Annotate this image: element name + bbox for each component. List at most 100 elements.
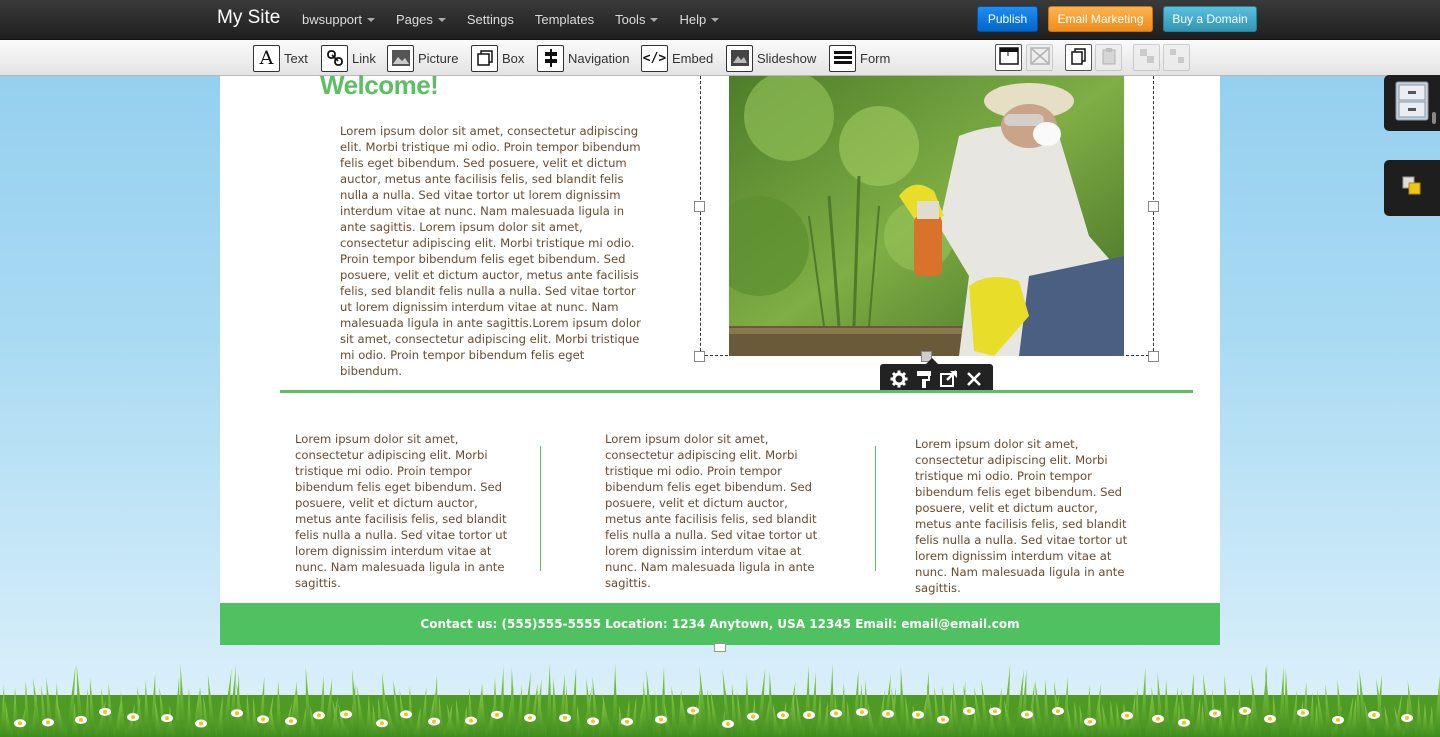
tool-navigation[interactable]: Navigation [537,44,629,72]
tool-box[interactable]: Box [471,44,524,72]
gardener-photo[interactable] [729,76,1124,356]
daisy [587,717,599,726]
ungroup-button[interactable] [1163,44,1190,71]
grass-decoration [0,663,1440,737]
daisy [1297,708,1309,717]
nav-label: Tools [615,12,646,27]
nav-label: bwsupport [302,12,362,27]
paste-button[interactable] [1095,44,1122,71]
top-nav: bwsupport Pages Settings Templates Tools… [302,12,740,27]
chevron-down-icon [437,17,446,22]
page-resize-handle[interactable] [714,643,726,652]
layers-panel-button[interactable] [1384,160,1440,216]
embed-icon: </> [641,44,668,72]
daisy [257,715,269,724]
scrollbar-thumb[interactable] [1432,112,1436,124]
ruler-icon [998,46,1019,69]
nav-tools[interactable]: Tools [615,12,659,27]
welcome-heading[interactable]: Welcome! [320,70,439,101]
chevron-down-icon [711,17,720,22]
daisy [722,719,734,728]
nav-bwsupport[interactable]: bwsupport [302,12,375,27]
resize-handle-right[interactable] [1148,201,1159,212]
paint-format-icon[interactable] [914,369,934,389]
daisy [856,708,868,717]
clear-icon [1029,46,1050,69]
column-text-2[interactable]: Lorem ipsum dolor sit amet, consectetur … [605,431,827,591]
tool-picture[interactable]: Picture [387,44,458,72]
daisy [1021,710,1033,719]
daisy [400,710,412,719]
link-icon [321,44,348,72]
daisy [803,711,815,720]
box-icon [471,44,498,72]
daisy [1401,714,1413,723]
daisy [340,710,352,719]
main-text-block[interactable]: Lorem ipsum dolor sit amet, consectetur … [340,123,645,379]
daisy [1368,710,1380,719]
ruler-button[interactable] [995,44,1022,71]
nav-templates[interactable]: Templates [535,12,594,27]
site-title[interactable]: My Site [217,7,280,29]
daisy [1178,718,1190,727]
daisy [42,718,54,727]
column-separator [540,446,541,571]
daisy [655,715,667,724]
tool-label: Box [502,50,525,66]
nav-help[interactable]: Help [679,12,720,27]
daisy [1209,709,1221,718]
resize-handle-bottom-right[interactable] [1148,351,1159,362]
column-text-1[interactable]: Lorem ipsum dolor sit amet, consectetur … [295,431,517,591]
copy-button[interactable] [1065,44,1092,71]
daisy [524,713,536,722]
tool-form[interactable]: Form [829,44,890,72]
tool-slideshow[interactable]: Slideshow [726,44,816,72]
daisy [313,711,325,720]
daisy [195,719,207,728]
close-icon[interactable] [964,369,984,389]
tool-label: Form [860,50,891,66]
daisy [747,712,759,721]
external-link-icon[interactable] [939,369,959,389]
clear-button[interactable] [1026,44,1053,71]
footer-contact-bar[interactable]: Contact us: (555)555-5555 Location: 1234… [220,603,1220,645]
resize-handle-left[interactable] [694,201,705,212]
daisy [161,714,173,723]
picture-icon [387,44,414,72]
daisy [1332,715,1344,724]
chevron-down-icon [366,17,375,22]
tool-label: Navigation [568,50,630,66]
layers-icon [1402,176,1422,200]
daisy [14,719,26,728]
tool-label: Embed [672,50,714,66]
daisy [1239,706,1251,715]
daisy [777,711,789,720]
daisy [989,707,1001,716]
tool-label: Link [352,50,376,66]
email-marketing-button[interactable]: Email Marketing [1048,6,1153,32]
daisy [621,717,633,726]
nav-pages[interactable]: Pages [396,12,446,27]
settings-icon[interactable] [889,369,909,389]
nav-label: Pages [395,12,433,27]
tool-link[interactable]: Link [321,44,376,72]
tool-text[interactable]: A Text [253,44,308,72]
nav-settings[interactable]: Settings [467,12,514,27]
daisy [428,717,440,726]
tool-label: Text [284,50,308,66]
daisy [963,706,975,715]
tool-embed[interactable]: </> Embed [641,44,713,72]
group-button[interactable] [1133,44,1160,71]
daisy [1084,717,1096,726]
group-icon [1138,47,1156,69]
daisy [465,716,477,725]
column-text-3[interactable]: Lorem ipsum dolor sit amet, consectetur … [915,436,1137,596]
form-icon [829,44,856,72]
ungroup-icon [1168,47,1186,69]
buy-domain-button[interactable]: Buy a Domain [1163,6,1257,32]
daisy [491,710,503,719]
green-divider [280,390,1193,393]
text-icon: A [253,44,280,72]
resize-handle-bottom-left[interactable] [694,351,705,362]
publish-button[interactable]: Publish [977,6,1038,32]
